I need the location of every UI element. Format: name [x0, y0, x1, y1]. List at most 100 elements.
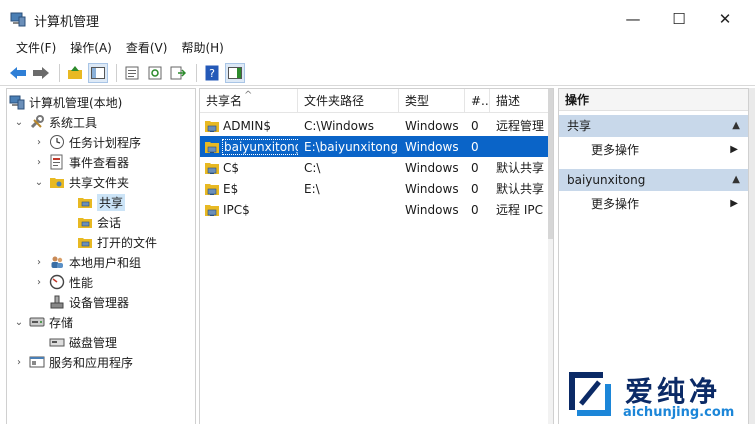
tree-item[interactable]: › 服务和应用程序: [13, 352, 133, 372]
watermark-text: 爱纯净: [625, 375, 722, 408]
tree-item[interactable]: 会话: [61, 212, 121, 232]
tree-item[interactable]: 磁盘管理: [33, 332, 117, 352]
share-row[interactable]: baiyunxitong E:\baiyunxitong Windows 0: [200, 136, 550, 157]
close-button[interactable]: ✕: [702, 0, 748, 38]
shares-list: 共享名 ^ 文件夹路径 类型 #.. 描述 ADMIN$ C:\Windows Wi…: [199, 88, 554, 424]
tree-item-label: 系统工具: [49, 115, 98, 130]
show-hide-action-pane-icon[interactable]: [225, 62, 245, 83]
action-group-baiyunxitong[interactable]: baiyunxitong ▲: [559, 169, 748, 191]
tree-item[interactable]: 设备管理器: [33, 292, 129, 312]
up-folder-icon[interactable]: [65, 63, 85, 83]
more-actions-baiyunxitong[interactable]: 更多操作 ▶: [559, 193, 748, 215]
sort-ascending-icon: ^: [244, 90, 253, 101]
share-desc-cell: 默认共享: [496, 161, 545, 175]
tree-item-label: 事件查看器: [69, 155, 130, 170]
column-client-count[interactable]: #..: [465, 89, 490, 113]
share-row[interactable]: IPC$ Windows 0 远程 IPC: [200, 199, 550, 220]
title-bar: 计算机管理 — ☐ ✕: [0, 0, 755, 38]
column-description[interactable]: 描述: [490, 89, 550, 113]
event-viewer-icon: [49, 154, 65, 170]
show-hide-tree-icon[interactable]: [88, 62, 108, 83]
forward-icon[interactable]: [31, 63, 51, 83]
share-path-cell: E:\: [304, 181, 320, 196]
shared-folder-icon: [204, 139, 220, 155]
menu-help[interactable]: 帮助(H): [174, 38, 230, 58]
column-share-name[interactable]: 共享名 ^: [200, 89, 298, 113]
tree-item[interactable]: 计算机管理(本地): [9, 92, 122, 112]
action-group-label: baiyunxitong: [567, 173, 646, 187]
share-icon: [77, 194, 93, 210]
more-actions-shares[interactable]: 更多操作 ▶: [559, 139, 748, 161]
tree-item[interactable]: 共享: [61, 192, 126, 212]
share-name: ADMIN$: [223, 118, 271, 133]
computer-management-icon: [9, 94, 25, 110]
collapse-triangle-icon: ▲: [732, 120, 740, 131]
watermark: 爱纯净 aichunjing.com: [563, 364, 753, 424]
share-row[interactable]: C$ C:\ Windows 0 默认共享: [200, 157, 550, 178]
share-count-cell: 0: [471, 118, 479, 133]
collapsed-chevron-icon[interactable]: ›: [33, 277, 45, 288]
share-count-cell: 0: [471, 181, 479, 196]
share-name-cell: C$: [200, 160, 298, 176]
back-icon[interactable]: [8, 63, 28, 83]
share-type-cell: Windows: [405, 181, 459, 196]
column-folder-path[interactable]: 文件夹路径: [298, 89, 399, 113]
share-count-cell: 0: [471, 139, 479, 154]
export-list-icon[interactable]: [168, 63, 188, 83]
collapsed-chevron-icon[interactable]: ›: [33, 257, 45, 268]
tree-item[interactable]: ⌄ 系统工具: [13, 112, 97, 132]
collapsed-chevron-icon[interactable]: ›: [33, 157, 45, 168]
tree-item[interactable]: › 性能: [33, 272, 93, 292]
tree-item[interactable]: ⌄ 共享文件夹: [33, 172, 129, 192]
disk-icon: [49, 334, 65, 350]
list-scrollbar[interactable]: [548, 89, 553, 424]
share-type-cell: Windows: [405, 139, 459, 154]
share-row[interactable]: E$ E:\ Windows 0 默认共享: [200, 178, 550, 199]
expanded-chevron-icon[interactable]: ⌄: [33, 177, 45, 188]
users-icon: [49, 254, 65, 270]
expanded-chevron-icon[interactable]: ⌄: [13, 317, 25, 328]
properties-icon[interactable]: [122, 63, 142, 83]
tools-icon: [29, 114, 45, 130]
expanded-chevron-icon[interactable]: ⌄: [13, 117, 25, 128]
action-group-shares[interactable]: 共享 ▲: [559, 115, 748, 137]
tree-item-label: 存储: [49, 315, 74, 330]
maximize-button[interactable]: ☐: [656, 0, 702, 38]
tree-item-label: 共享: [97, 193, 126, 211]
help-icon[interactable]: ?: [202, 63, 222, 83]
actions-title: 操作: [559, 89, 748, 111]
share-desc-cell: 远程管理: [496, 119, 545, 133]
menu-file[interactable]: 文件(F): [0, 38, 63, 58]
share-type-cell: Windows: [405, 202, 459, 217]
collapsed-chevron-icon[interactable]: ›: [13, 357, 25, 368]
share-type-cell: Windows: [405, 160, 459, 175]
scrollbar-thumb[interactable]: [548, 89, 553, 239]
menu-action[interactable]: 操作(A): [63, 38, 119, 58]
menu-bar: 文件(F) 操作(A) 查看(V) 帮助(H): [0, 38, 755, 58]
minimize-button[interactable]: —: [610, 0, 656, 38]
refresh-icon[interactable]: [145, 63, 165, 83]
clock-icon: [49, 134, 65, 150]
tree-item-label: 服务和应用程序: [49, 355, 134, 370]
tree-item[interactable]: › 任务计划程序: [33, 132, 141, 152]
shared-folder-icon: [204, 160, 220, 176]
share-name-cell: baiyunxitong: [200, 138, 298, 155]
watermark-url: aichunjing.com: [623, 405, 735, 420]
tree-item[interactable]: › 本地用户和组: [33, 252, 141, 272]
share-count-cell: 0: [471, 160, 479, 175]
tree-item-label: 共享文件夹: [69, 175, 130, 190]
tree-item[interactable]: › 事件查看器: [33, 152, 129, 172]
collapsed-chevron-icon[interactable]: ›: [33, 137, 45, 148]
tree-item[interactable]: 打开的文件: [61, 232, 157, 252]
share-row[interactable]: ADMIN$ C:\Windows Windows 0 远程管理: [200, 115, 550, 136]
collapse-triangle-icon: ▲: [732, 174, 740, 185]
column-type[interactable]: 类型: [399, 89, 465, 113]
share-name: baiyunxitong: [221, 138, 298, 155]
console-tree: 计算机管理(本地) ⌄ 系统工具 › 任务计划程序 › 事件查看器 ⌄ 共享文件夹 共享 会话 打开的…: [6, 88, 196, 424]
share-path-cell: E:\baiyunxitong: [304, 139, 398, 154]
share-name: C$: [223, 160, 240, 175]
menu-view[interactable]: 查看(V): [119, 38, 175, 58]
watermark-logo-icon: [569, 372, 611, 416]
tree-item[interactable]: ⌄ 存储: [13, 312, 73, 332]
shared-folder-icon: [204, 118, 220, 134]
